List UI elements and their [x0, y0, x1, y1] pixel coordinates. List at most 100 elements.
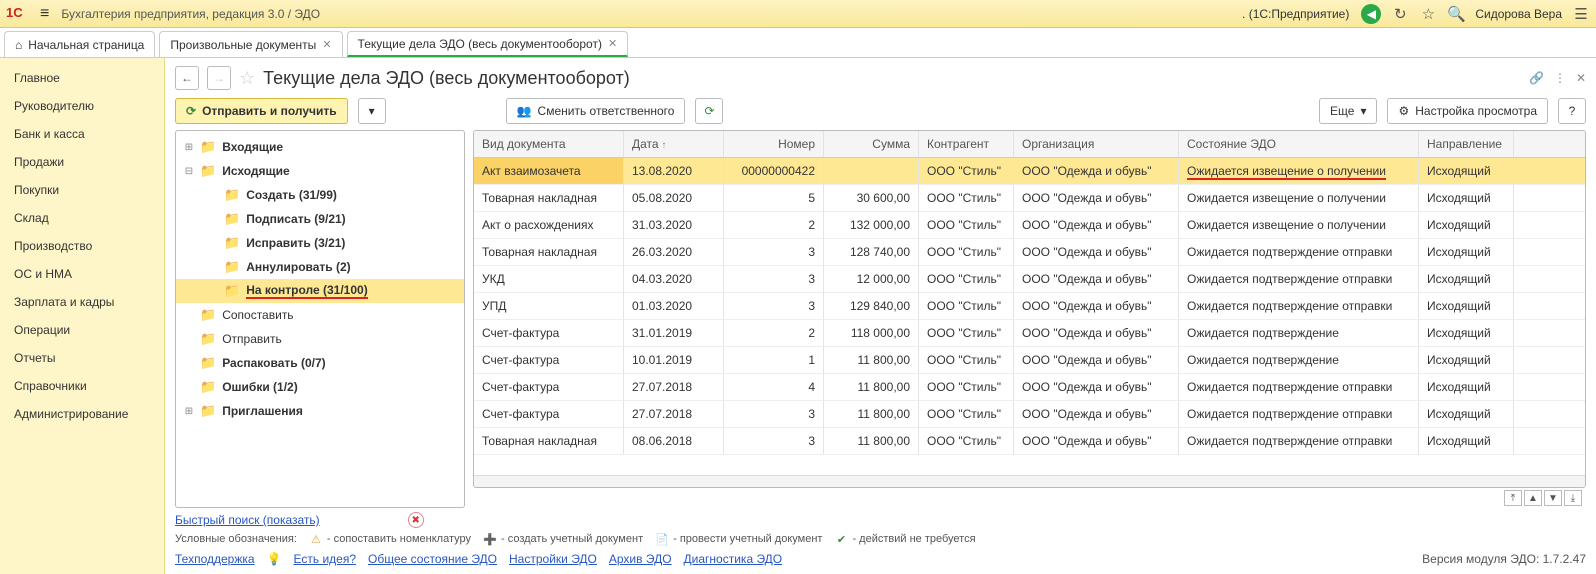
table-row[interactable]: Счет-фактура27.07.2018411 800,00ООО "Сти… — [474, 374, 1585, 401]
col-5[interactable]: Организация — [1014, 131, 1179, 157]
tree-item-5[interactable]: 📁Аннулировать (2) — [176, 255, 464, 279]
col-0[interactable]: Вид документа — [474, 131, 624, 157]
tab-2[interactable]: Текущие дела ЭДО (весь документооборот)✕ — [347, 31, 629, 57]
sidebar-item-7[interactable]: ОС и НМА — [0, 260, 164, 288]
edo-settings-link[interactable]: Настройки ЭДО — [509, 552, 597, 566]
col-3[interactable]: Сумма — [824, 131, 919, 157]
tree-item-2[interactable]: 📁Создать (31/99) — [176, 183, 464, 207]
nav-forward-button[interactable]: → — [207, 66, 231, 90]
table-row[interactable]: УКД04.03.2020312 000,00ООО "Стиль"ООО "О… — [474, 266, 1585, 293]
history-icon[interactable]: ↻ — [1391, 5, 1409, 23]
sidebar-item-8[interactable]: Зарплата и кадры — [0, 288, 164, 316]
more-button[interactable]: Еще▾ — [1319, 98, 1377, 124]
tree-item-10[interactable]: 📁Ошибки (1/2) — [176, 375, 464, 399]
nav-first-icon[interactable]: ⤒ — [1504, 490, 1522, 506]
tree-item-8[interactable]: 📁Отправить — [176, 327, 464, 351]
toggle-icon[interactable]: ⊟ — [184, 166, 194, 177]
close-tab-icon[interactable]: ✕ — [322, 38, 331, 51]
tab-0[interactable]: ⌂Начальная страница — [4, 31, 155, 57]
sidebar-item-6[interactable]: Производство — [0, 232, 164, 260]
sidebar-item-4[interactable]: Покупки — [0, 176, 164, 204]
more-icon[interactable]: ⋮ — [1554, 71, 1566, 85]
table-row[interactable]: Товарная накладная05.08.2020530 600,00ОО… — [474, 185, 1585, 212]
tree-item-7[interactable]: 📁Сопоставить — [176, 303, 464, 327]
tab-1[interactable]: Произвольные документы ✕ — [159, 31, 342, 57]
settings-icon[interactable]: ☰ — [1572, 5, 1590, 23]
edo-state-link[interactable]: Общее состояние ЭДО — [368, 552, 497, 566]
sidebar-item-10[interactable]: Отчеты — [0, 344, 164, 372]
tree-item-11[interactable]: ⊞📁Приглашения — [176, 399, 464, 423]
sidebar-item-9[interactable]: Операции — [0, 316, 164, 344]
unknown-action-button[interactable]: ▾ — [358, 98, 386, 124]
table-row[interactable]: Счет-фактура31.01.20192118 000,00ООО "Ст… — [474, 320, 1585, 347]
toggle-icon[interactable]: ⊞ — [184, 142, 194, 153]
clear-icon[interactable]: ✖ — [408, 512, 424, 528]
tree-item-9[interactable]: 📁Распаковать (0/7) — [176, 351, 464, 375]
tree-item-3[interactable]: 📁Подписать (9/21) — [176, 207, 464, 231]
cell-dir: Исходящий — [1419, 158, 1514, 184]
cell-state: Ожидается подтверждение — [1179, 320, 1419, 346]
col-7[interactable]: Направление — [1419, 131, 1514, 157]
nav-back-button[interactable]: ← — [175, 66, 199, 90]
cell-dir: Исходящий — [1419, 212, 1514, 238]
tree-label: Исходящие — [222, 164, 289, 178]
legend: Условные обозначения: ⚠- сопоставить ном… — [175, 530, 1586, 548]
sidebar-item-0[interactable]: Главное — [0, 64, 164, 92]
table-row[interactable]: УПД01.03.20203129 840,00ООО "Стиль"ООО "… — [474, 293, 1585, 320]
help-button[interactable]: ? — [1558, 98, 1586, 124]
tree-label: Подписать (9/21) — [246, 212, 345, 226]
tabbar: ⌂Начальная страницаПроизвольные документ… — [0, 28, 1596, 58]
sidebar-item-2[interactable]: Банк и касса — [0, 120, 164, 148]
sidebar-item-11[interactable]: Справочники — [0, 372, 164, 400]
tab-label: Произвольные документы — [170, 38, 316, 52]
nav-down-icon[interactable]: ▼ — [1544, 490, 1562, 506]
col-1[interactable]: Дата — [624, 131, 724, 157]
view-settings-button[interactable]: ⚙Настройка просмотра — [1387, 98, 1548, 124]
tree-label: Исправить (3/21) — [246, 236, 345, 250]
toggle-icon[interactable]: ⊞ — [184, 406, 194, 417]
refresh-button[interactable]: ⟳ — [695, 98, 723, 124]
link-icon[interactable]: 🔗 — [1529, 71, 1544, 85]
col-2[interactable]: Номер — [724, 131, 824, 157]
tree-item-4[interactable]: 📁Исправить (3/21) — [176, 231, 464, 255]
col-6[interactable]: Состояние ЭДО — [1179, 131, 1419, 157]
nav-up-icon[interactable]: ▲ — [1524, 490, 1542, 506]
table-row[interactable]: Товарная накладная26.03.20203128 740,00О… — [474, 239, 1585, 266]
send-receive-button[interactable]: ⟳Отправить и получить — [175, 98, 348, 124]
idea-link[interactable]: Есть идея? — [294, 552, 357, 566]
sidebar-item-3[interactable]: Продажи — [0, 148, 164, 176]
tree-item-0[interactable]: ⊞📁Входящие — [176, 135, 464, 159]
edo-diag-link[interactable]: Диагностика ЭДО — [684, 552, 783, 566]
sidebar-item-1[interactable]: Руководителю — [0, 92, 164, 120]
table-body: Акт взаимозачета13.08.202000000000422ООО… — [474, 158, 1585, 475]
star-icon[interactable]: ☆ — [1419, 5, 1437, 23]
cell-state: Ожидается подтверждение отправки — [1179, 293, 1419, 319]
close-tab-icon[interactable]: ✕ — [608, 37, 617, 50]
favorite-star-icon[interactable]: ☆ — [239, 68, 255, 89]
user-name[interactable]: Сидорова Вера — [1475, 7, 1562, 21]
quick-search-link[interactable]: Быстрый поиск (показать) — [175, 513, 320, 527]
sidebar-item-12[interactable]: Администрирование — [0, 400, 164, 428]
change-responsible-button[interactable]: 👥Сменить ответственного — [506, 98, 686, 124]
notifications-badge[interactable]: ◀ — [1361, 4, 1381, 24]
cell-state: Ожидается извещение о получении — [1179, 158, 1419, 184]
table-row[interactable]: Акт о расхождениях31.03.20202132 000,00О… — [474, 212, 1585, 239]
nav-last-icon[interactable]: ⤓ — [1564, 490, 1582, 506]
edo-archive-link[interactable]: Архив ЭДО — [609, 552, 672, 566]
sidebar-item-5[interactable]: Склад — [0, 204, 164, 232]
table-row[interactable]: Счет-фактура10.01.2019111 800,00ООО "Сти… — [474, 347, 1585, 374]
support-link[interactable]: Техподдержка — [175, 552, 255, 566]
table-row[interactable]: Акт взаимозачета13.08.202000000000422ООО… — [474, 158, 1585, 185]
table-row[interactable]: Счет-фактура27.07.2018311 800,00ООО "Сти… — [474, 401, 1585, 428]
close-page-icon[interactable]: ✕ — [1576, 71, 1586, 85]
hamburger-icon[interactable]: ≡ — [40, 5, 49, 23]
tree-item-6[interactable]: 📁На контроле (31/100) — [176, 279, 464, 303]
table-row[interactable]: Товарная накладная08.06.2018311 800,00ОО… — [474, 428, 1585, 455]
cell-sum: 11 800,00 — [824, 428, 919, 454]
tree-item-1[interactable]: ⊟📁Исходящие — [176, 159, 464, 183]
page-title: Текущие дела ЭДО (весь документооборот) — [263, 68, 630, 89]
search-icon[interactable]: 🔍 — [1447, 5, 1465, 23]
scrollbar-horizontal[interactable] — [474, 475, 1585, 487]
col-4[interactable]: Контрагент — [919, 131, 1014, 157]
cell-num: 1 — [724, 347, 824, 373]
